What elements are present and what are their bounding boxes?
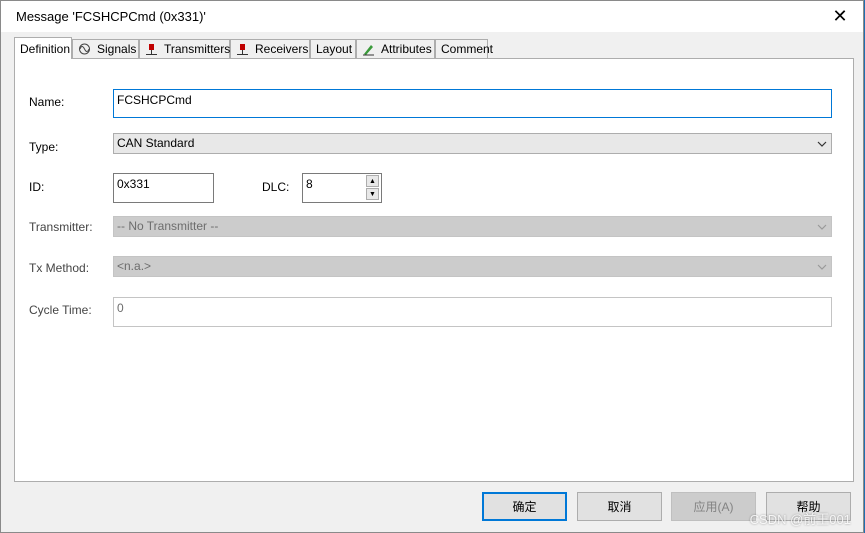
message-dialog: Message 'FCSHCPCmd (0x331)' ✕ Definition…: [0, 0, 864, 533]
id-input[interactable]: 0x331: [113, 173, 214, 203]
tab-label: Signals: [97, 42, 137, 56]
type-select[interactable]: CAN Standard: [113, 133, 832, 154]
chevron-down-icon: [817, 264, 827, 270]
chevron-down-icon: [817, 224, 827, 230]
tx-method-value: <n.a.>: [117, 259, 152, 273]
name-label: Name:: [29, 95, 65, 109]
spin-down-button[interactable]: ▼: [366, 188, 379, 200]
id-value: 0x331: [117, 177, 150, 191]
tab-label: Layout: [316, 42, 353, 56]
type-value: CAN Standard: [117, 136, 195, 150]
ok-button[interactable]: 确定: [482, 492, 567, 521]
tab-layout[interactable]: Layout: [310, 39, 356, 58]
dlc-value: 8: [306, 177, 313, 191]
tab-definition[interactable]: Definition: [14, 37, 72, 59]
name-value: FCSHCPCmd: [117, 93, 192, 107]
tab-comment[interactable]: Comment: [435, 39, 493, 58]
tab-receivers[interactable]: Receivers: [230, 39, 310, 58]
spin-up-button[interactable]: ▲: [366, 175, 379, 187]
transmitter-value: -- No Transmitter --: [117, 219, 219, 233]
tab-label: Attributes: [381, 42, 432, 56]
tab-transmitters[interactable]: Transmitters: [139, 39, 230, 58]
cycle-time-value: 0: [117, 301, 124, 315]
tx-method-select: <n.a.>: [113, 256, 832, 277]
signal-waveform-icon: [78, 42, 91, 56]
tab-strip: Definition Signals Transmitters Receiver…: [14, 37, 854, 59]
cancel-button[interactable]: 取消: [577, 492, 662, 521]
tab-label: Definition: [20, 41, 71, 56]
name-input[interactable]: FCSHCPCmd: [113, 89, 832, 118]
dlc-label: DLC:: [262, 180, 290, 194]
close-button[interactable]: ✕: [817, 1, 863, 32]
tx-method-label: Tx Method:: [29, 261, 90, 275]
arrow-up-icon: ▲: [369, 177, 376, 185]
window-title: Message 'FCSHCPCmd (0x331)': [16, 9, 206, 24]
apply-button: 应用(A): [671, 492, 756, 521]
tab-label: Transmitters: [164, 42, 231, 56]
tab-signals[interactable]: Signals: [72, 39, 139, 58]
arrow-down-icon: ▼: [369, 190, 376, 198]
chevron-down-icon: [817, 141, 827, 147]
cycle-time-input: 0: [113, 297, 832, 327]
transmitter-icon: [145, 42, 158, 56]
dlc-stepper[interactable]: 8 ▲ ▼: [302, 173, 382, 203]
tab-label: Receivers: [255, 42, 309, 56]
close-icon: ✕: [832, 6, 848, 26]
cycle-time-label: Cycle Time:: [29, 303, 92, 317]
tab-attributes[interactable]: Attributes: [356, 39, 435, 58]
watermark: CSDN @前王001: [749, 512, 851, 527]
receiver-icon: [236, 42, 249, 56]
title-bar[interactable]: Message 'FCSHCPCmd (0x331)' ✕: [1, 1, 863, 32]
attributes-pen-icon: [362, 42, 375, 56]
definition-panel: Name: FCSHCPCmd Type: CAN Standard ID: 0…: [14, 58, 854, 482]
type-label: Type:: [29, 140, 59, 154]
transmitter-label: Transmitter:: [29, 220, 93, 234]
dlc-spinner: ▲ ▼: [366, 175, 380, 202]
tab-label: Comment: [441, 42, 494, 56]
transmitter-select: -- No Transmitter --: [113, 216, 832, 237]
id-label: ID:: [29, 180, 45, 194]
